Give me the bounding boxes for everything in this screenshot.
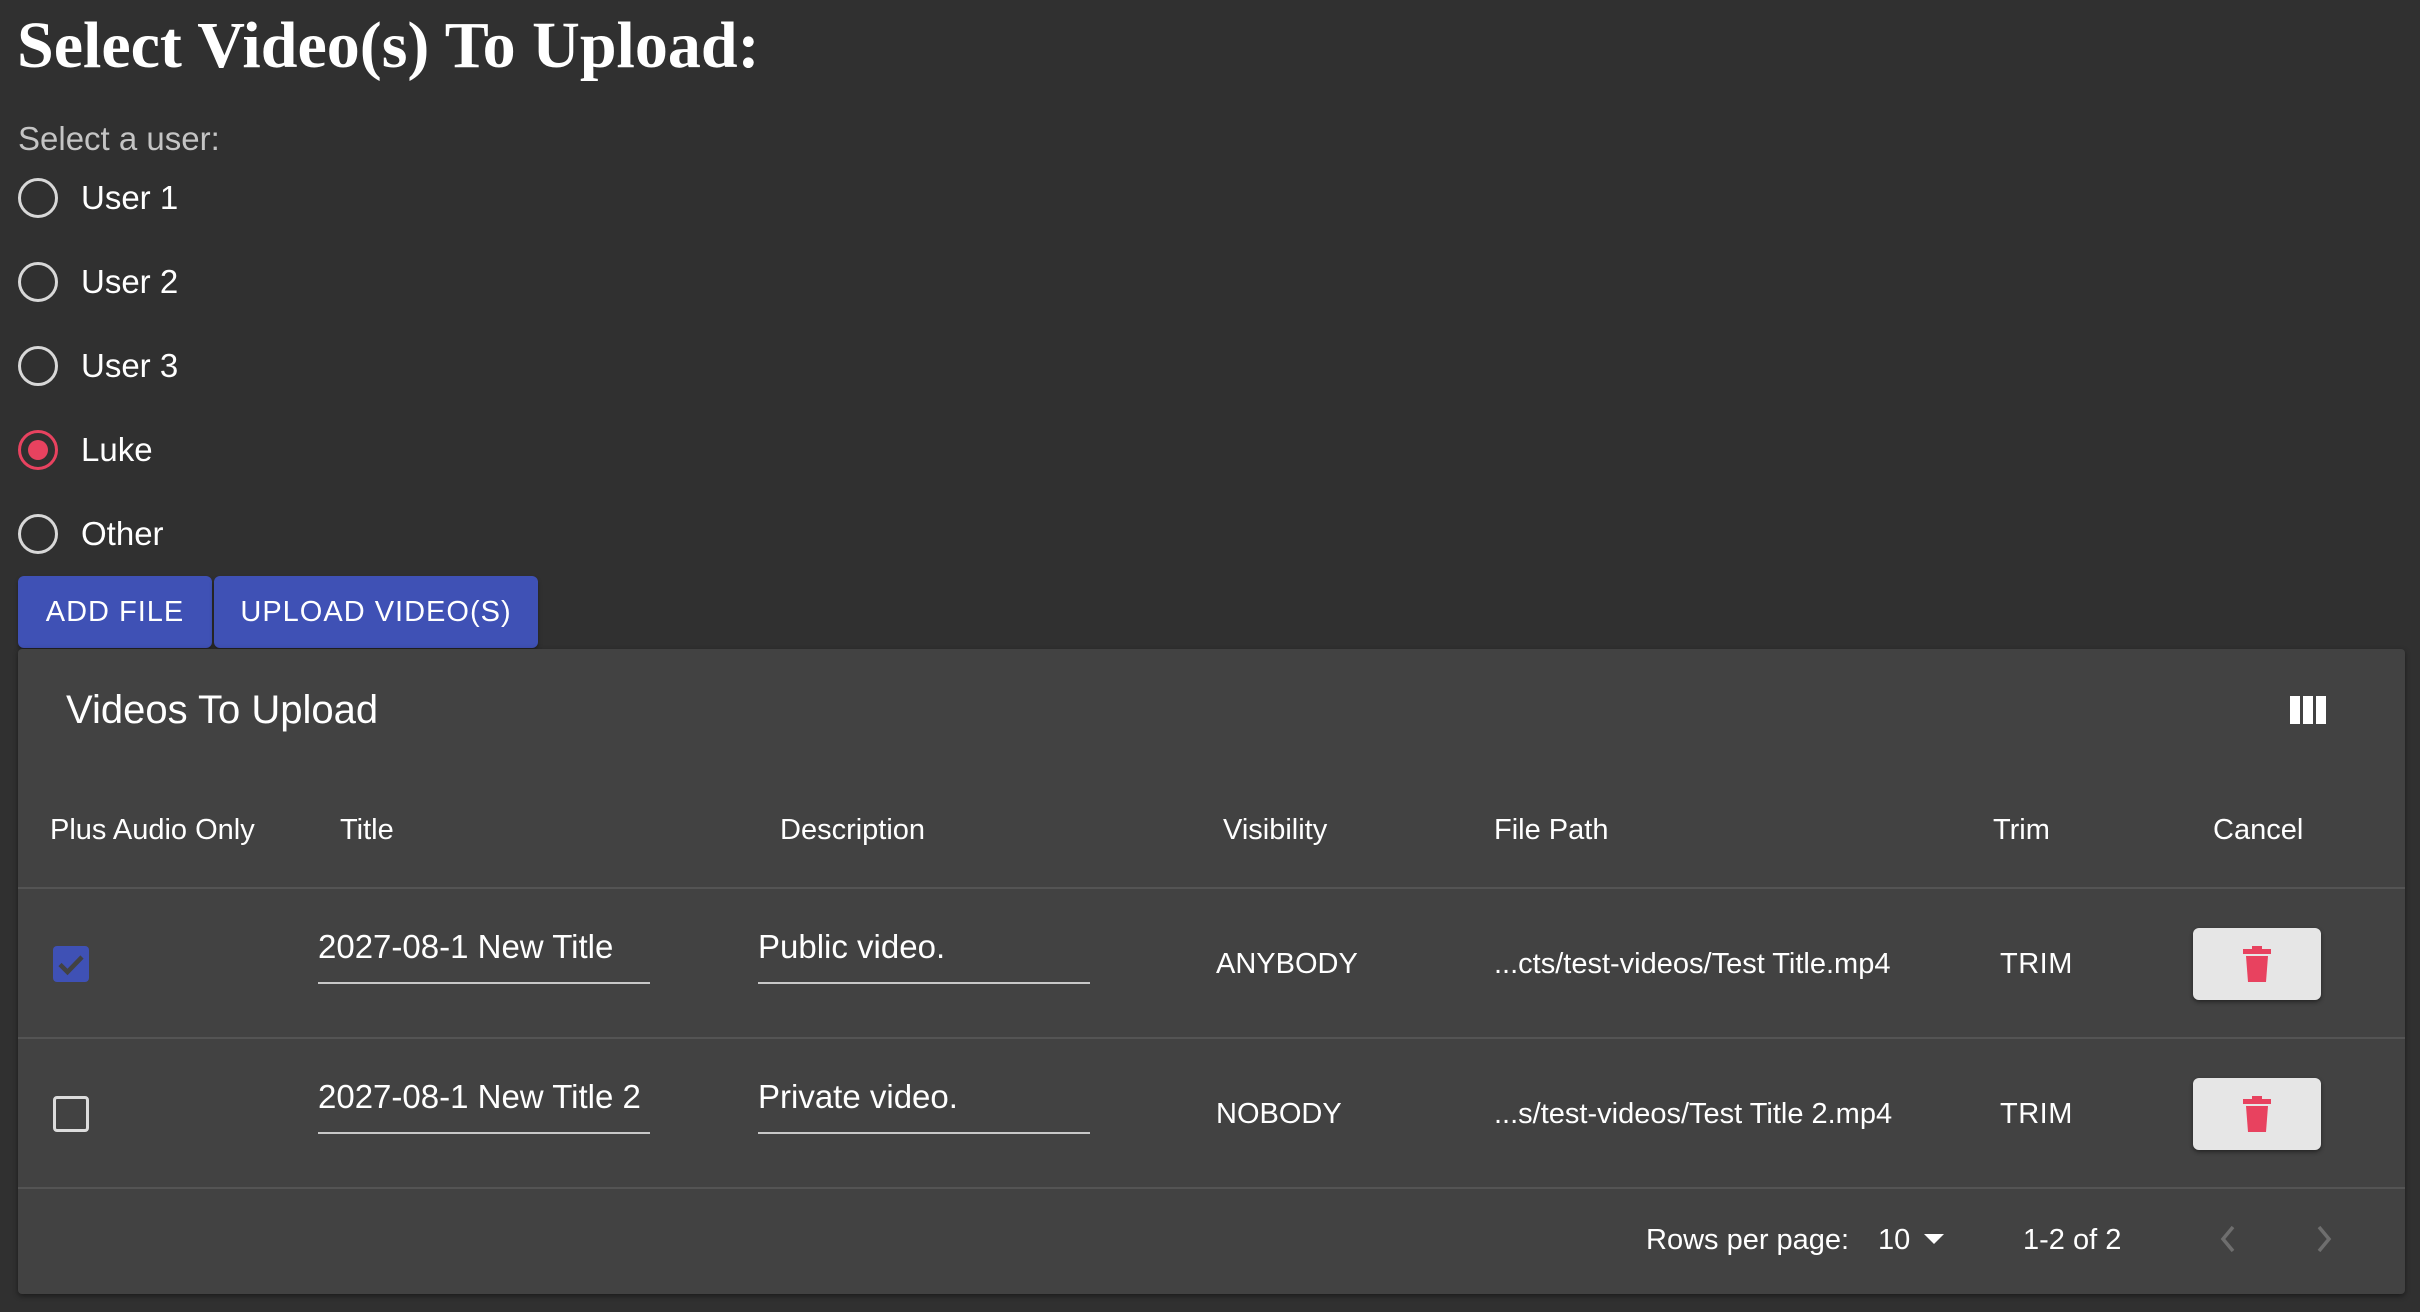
radio-label: Other: [81, 515, 164, 552]
rows-per-page-value: 10: [1878, 1223, 1911, 1256]
radio-unchecked-icon[interactable]: [18, 178, 58, 218]
header-cancel[interactable]: Cancel: [2213, 810, 2303, 850]
description-field[interactable]: Public video.: [758, 922, 1090, 984]
radio-unchecked-icon[interactable]: [18, 514, 58, 554]
upload-videos-button[interactable]: UPLOAD VIDEO(S): [214, 576, 538, 648]
trash-icon: [2243, 946, 2271, 982]
checkbox-checked-icon[interactable]: [53, 946, 89, 982]
radio-user-2[interactable]: User 2: [18, 252, 178, 312]
dropdown-arrow-icon: [1924, 1234, 1945, 1244]
header-file-path[interactable]: File Path: [1494, 810, 1608, 850]
page: Select Video(s) To Upload: Select a user…: [0, 0, 2420, 1312]
title-field[interactable]: 2027-08-1 New Title: [318, 922, 650, 984]
radio-label: Luke: [81, 431, 153, 468]
table-title: Videos To Upload: [66, 688, 379, 732]
chevron-right-icon: [2317, 1225, 2332, 1253]
cancel-button[interactable]: [2193, 928, 2321, 1000]
radio-unchecked-icon[interactable]: [18, 346, 58, 386]
table-row: 2027-08-1 New Title Public video. ANYBOD…: [18, 889, 2405, 1039]
visibility-value[interactable]: ANYBODY: [1216, 944, 1358, 984]
trim-button[interactable]: TRIM: [2000, 1094, 2073, 1134]
header-description[interactable]: Description: [780, 810, 925, 850]
checkbox-unchecked-icon[interactable]: [53, 1096, 89, 1132]
radio-user-3[interactable]: User 3: [18, 336, 178, 396]
radio-label: User 1: [81, 179, 179, 216]
file-path-value: ...cts/test-videos/Test Title.mp4: [1494, 948, 1891, 980]
next-page-button[interactable]: [2302, 1217, 2346, 1261]
chevron-left-icon: [2220, 1225, 2235, 1253]
table-row: 2027-08-1 New Title 2 Private video. NOB…: [18, 1039, 2405, 1189]
rows-per-page-select[interactable]: 10: [1878, 1220, 1945, 1260]
title-field[interactable]: 2027-08-1 New Title 2: [318, 1072, 650, 1134]
page-title: Select Video(s) To Upload:: [17, 9, 760, 82]
trim-button[interactable]: TRIM: [2000, 944, 2073, 984]
radio-selected-dot: [28, 440, 48, 460]
trash-icon: [2243, 1096, 2271, 1132]
header-visibility[interactable]: Visibility: [1223, 810, 1327, 850]
check-icon: [58, 955, 84, 976]
description-field[interactable]: Private video.: [758, 1072, 1090, 1134]
radio-luke[interactable]: Luke: [18, 420, 153, 480]
file-path-value: ...s/test-videos/Test Title 2.mp4: [1494, 1098, 1893, 1130]
visibility-value[interactable]: NOBODY: [1216, 1094, 1342, 1134]
header-trim[interactable]: Trim: [1993, 810, 2050, 850]
radio-user-1[interactable]: User 1: [18, 168, 178, 228]
radio-label: User 3: [81, 347, 179, 384]
header-plus-audio-only[interactable]: Plus Audio Only: [50, 810, 255, 850]
pagination-range: 1-2 of 2: [2023, 1224, 2122, 1256]
add-file-button[interactable]: ADD FILE: [18, 576, 212, 648]
view-column-icon[interactable]: [2290, 696, 2326, 724]
rows-per-page-label: Rows per page:: [1646, 1224, 1850, 1256]
videos-table: Videos To Upload Plus Audio Only Title D…: [18, 649, 2405, 1294]
radio-other[interactable]: Other: [18, 504, 164, 564]
cancel-button[interactable]: [2193, 1078, 2321, 1150]
divider: [18, 1187, 2405, 1189]
user-select-label: Select a user:: [18, 120, 220, 157]
radio-checked-icon[interactable]: [18, 430, 58, 470]
radio-label: User 2: [81, 263, 179, 300]
header-title[interactable]: Title: [340, 810, 394, 850]
radio-unchecked-icon[interactable]: [18, 262, 58, 302]
previous-page-button[interactable]: [2206, 1217, 2250, 1261]
